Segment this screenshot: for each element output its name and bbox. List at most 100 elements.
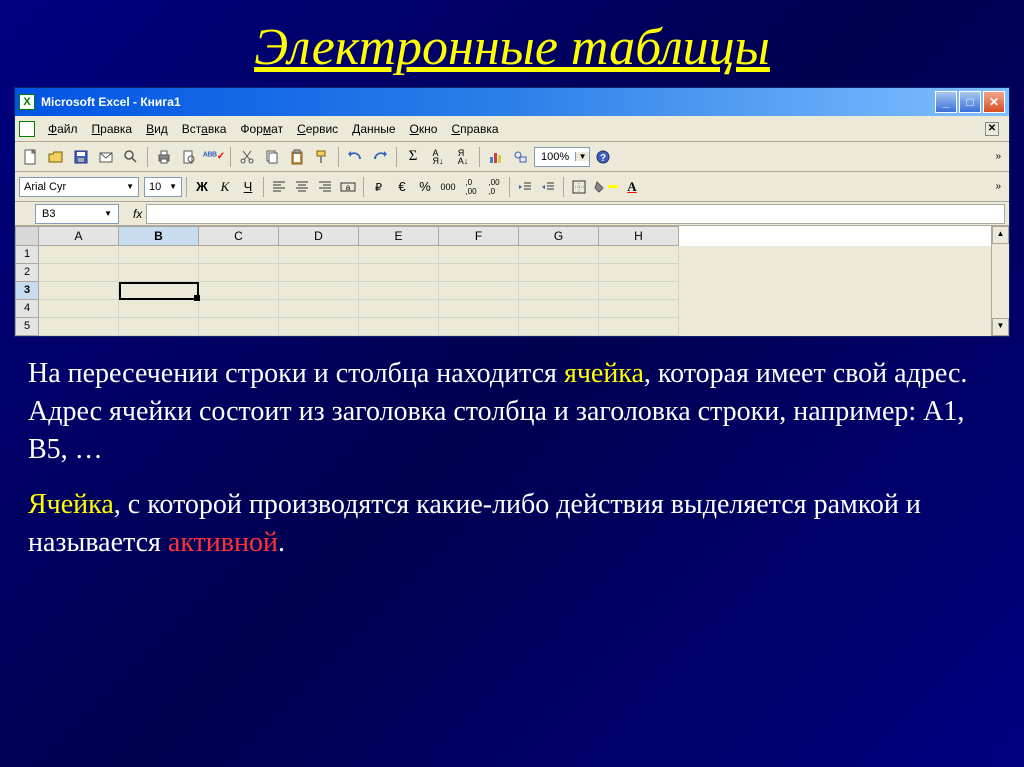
- search-icon[interactable]: [119, 145, 143, 169]
- open-icon[interactable]: [44, 145, 68, 169]
- email-icon[interactable]: [94, 145, 118, 169]
- row-header[interactable]: 4: [15, 300, 39, 318]
- cell[interactable]: [439, 264, 519, 282]
- save-icon[interactable]: [69, 145, 93, 169]
- menu-insert[interactable]: Вставка: [175, 119, 234, 139]
- name-box[interactable]: B3▼: [35, 204, 119, 224]
- scroll-up-icon[interactable]: ▲: [992, 226, 1009, 244]
- menu-data[interactable]: Данные: [345, 119, 402, 139]
- row-header[interactable]: 1: [15, 246, 39, 264]
- cell[interactable]: [359, 300, 439, 318]
- cell[interactable]: [119, 300, 199, 318]
- menu-window[interactable]: Окно: [403, 119, 445, 139]
- cut-icon[interactable]: [235, 145, 259, 169]
- cell[interactable]: [39, 264, 119, 282]
- cell[interactable]: [119, 264, 199, 282]
- cell[interactable]: [279, 282, 359, 300]
- row-header[interactable]: 5: [15, 318, 39, 336]
- cell[interactable]: [199, 318, 279, 336]
- cell[interactable]: [119, 318, 199, 336]
- help-icon[interactable]: ?: [591, 145, 615, 169]
- cell[interactable]: [119, 246, 199, 264]
- zoom-selector[interactable]: 100% ▼: [534, 147, 590, 167]
- column-header[interactable]: H: [599, 226, 679, 246]
- cell[interactable]: [439, 318, 519, 336]
- cell[interactable]: [279, 264, 359, 282]
- currency-icon[interactable]: ₽: [368, 176, 390, 198]
- preview-icon[interactable]: [177, 145, 201, 169]
- new-icon[interactable]: [19, 145, 43, 169]
- cell[interactable]: [519, 282, 599, 300]
- menu-view[interactable]: Вид: [139, 119, 175, 139]
- cell[interactable]: [519, 300, 599, 318]
- formula-input[interactable]: [146, 204, 1005, 224]
- toolbar-overflow-icon[interactable]: »: [991, 181, 1005, 192]
- cells-area[interactable]: [39, 246, 991, 336]
- cell[interactable]: [199, 246, 279, 264]
- cell[interactable]: [599, 246, 679, 264]
- menu-tools[interactable]: Сервис: [290, 119, 345, 139]
- chart-icon[interactable]: [484, 145, 508, 169]
- paste-icon[interactable]: [285, 145, 309, 169]
- bold-button[interactable]: Ж: [191, 176, 213, 198]
- cell[interactable]: [519, 318, 599, 336]
- cell[interactable]: [199, 282, 279, 300]
- font-name-selector[interactable]: Arial Cyr▼: [19, 177, 139, 197]
- redo-icon[interactable]: [368, 145, 392, 169]
- underline-button[interactable]: Ч: [237, 176, 259, 198]
- drawing-icon[interactable]: [509, 145, 533, 169]
- cell[interactable]: [279, 300, 359, 318]
- column-header[interactable]: E: [359, 226, 439, 246]
- cell[interactable]: [359, 246, 439, 264]
- cell[interactable]: [359, 264, 439, 282]
- menu-edit[interactable]: Правка: [85, 119, 140, 139]
- cell[interactable]: [599, 318, 679, 336]
- cell[interactable]: [599, 282, 679, 300]
- column-header[interactable]: D: [279, 226, 359, 246]
- undo-icon[interactable]: [343, 145, 367, 169]
- cell[interactable]: [39, 246, 119, 264]
- cell[interactable]: [519, 264, 599, 282]
- cell[interactable]: [119, 282, 199, 300]
- column-header[interactable]: C: [199, 226, 279, 246]
- column-header[interactable]: G: [519, 226, 599, 246]
- maximize-button[interactable]: □: [959, 91, 981, 113]
- increase-decimal-icon[interactable]: ,0,00: [460, 176, 482, 198]
- scroll-down-icon[interactable]: ▼: [992, 318, 1009, 336]
- font-size-selector[interactable]: 10▼: [144, 177, 182, 197]
- cell[interactable]: [599, 300, 679, 318]
- print-icon[interactable]: [152, 145, 176, 169]
- cell[interactable]: [519, 246, 599, 264]
- doc-close-button[interactable]: ✕: [985, 122, 999, 136]
- spellcheck-icon[interactable]: ᴬᴮᴮ✓: [202, 145, 226, 169]
- cell[interactable]: [39, 300, 119, 318]
- column-header[interactable]: A: [39, 226, 119, 246]
- euro-icon[interactable]: €: [391, 176, 413, 198]
- row-header[interactable]: 3: [15, 282, 39, 300]
- italic-button[interactable]: К: [214, 176, 236, 198]
- cell[interactable]: [279, 246, 359, 264]
- autosum-icon[interactable]: Σ: [401, 145, 425, 169]
- chevron-down-icon[interactable]: ▼: [575, 152, 589, 161]
- align-right-icon[interactable]: [314, 176, 336, 198]
- sort-desc-icon[interactable]: ЯА↓: [451, 145, 475, 169]
- comma-icon[interactable]: 000: [437, 176, 459, 198]
- merge-center-icon[interactable]: a: [337, 176, 359, 198]
- sort-asc-icon[interactable]: АЯ↓: [426, 145, 450, 169]
- align-left-icon[interactable]: [268, 176, 290, 198]
- cell[interactable]: [39, 282, 119, 300]
- menu-help[interactable]: Справка: [444, 119, 505, 139]
- cell[interactable]: [199, 300, 279, 318]
- copy-icon[interactable]: [260, 145, 284, 169]
- increase-indent-icon[interactable]: [537, 176, 559, 198]
- fill-color-icon[interactable]: [591, 176, 620, 198]
- cell[interactable]: [439, 246, 519, 264]
- fx-icon[interactable]: fx: [133, 207, 142, 221]
- column-header[interactable]: F: [439, 226, 519, 246]
- cell[interactable]: [279, 318, 359, 336]
- font-color-icon[interactable]: А: [621, 176, 643, 198]
- cell[interactable]: [439, 300, 519, 318]
- format-painter-icon[interactable]: [310, 145, 334, 169]
- cell[interactable]: [359, 318, 439, 336]
- toolbar-overflow-icon[interactable]: »: [991, 151, 1005, 162]
